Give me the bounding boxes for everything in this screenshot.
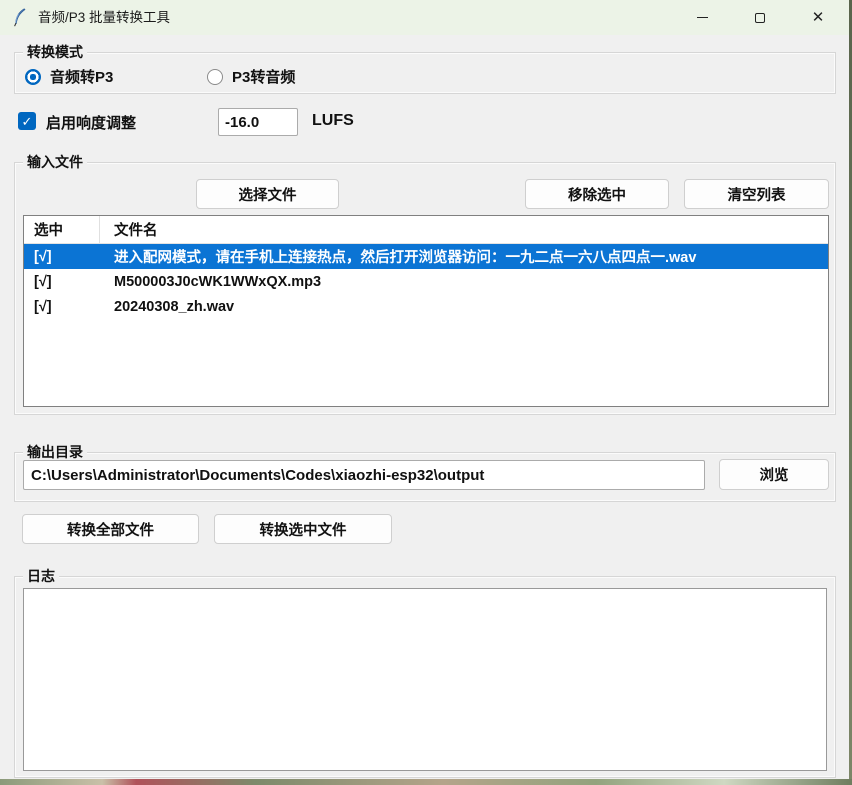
row-checked-mark[interactable]: [√] <box>24 274 100 290</box>
select-files-button[interactable]: 选择文件 <box>196 179 339 209</box>
maximize-button[interactable] <box>731 0 789 35</box>
conversion-mode-group: 转换模式 音频转P3 P3转音频 <box>14 52 836 94</box>
log-group: 日志 <box>14 576 836 778</box>
header-checked-column[interactable]: 选中 <box>24 216 100 243</box>
conversion-mode-label: 转换模式 <box>23 42 87 62</box>
window-title: 音频/P3 批量转换工具 <box>38 0 170 35</box>
close-button[interactable]: ✕ <box>789 0 847 35</box>
file-table[interactable]: 选中 文件名 [√]进入配网模式，请在手机上连接热点，然后打开浏览器访问：一九二… <box>23 215 829 407</box>
radio-label: 音频转P3 <box>50 66 113 87</box>
header-filename-column[interactable]: 文件名 <box>100 219 828 240</box>
row-filename[interactable]: 进入配网模式，请在手机上连接热点，然后打开浏览器访问：一九二点一六八点四点一.w… <box>100 246 828 267</box>
maximize-icon <box>755 13 765 23</box>
lufs-value-input[interactable]: -16.0 <box>218 108 298 136</box>
lufs-unit-label: LUFS <box>312 112 354 130</box>
log-textarea[interactable] <box>23 588 827 771</box>
check-icon: ✓ <box>22 115 33 128</box>
input-files-group: 输入文件 选择文件 移除选中 清空列表 选中 文件名 [√]进入配网模式，请在手… <box>14 162 836 415</box>
table-row[interactable]: [√]20240308_zh.wav <box>24 294 828 319</box>
remove-selected-button[interactable]: 移除选中 <box>525 179 669 209</box>
loudness-checkbox-label[interactable]: 启用响度调整 <box>46 112 136 133</box>
log-label: 日志 <box>23 566 59 586</box>
file-table-body: [√]进入配网模式，请在手机上连接热点，然后打开浏览器访问：一九二点一六八点四点… <box>24 244 828 319</box>
window-controls: ✕ <box>673 0 847 35</box>
radio-p3-to-audio[interactable]: P3转音频 <box>207 66 295 87</box>
radio-audio-to-p3[interactable]: 音频转P3 <box>25 66 113 87</box>
output-path-input[interactable]: C:\Users\Administrator\Documents\Codes\x… <box>23 460 705 490</box>
table-row[interactable]: [√]进入配网模式，请在手机上连接热点，然后打开浏览器访问：一九二点一六八点四点… <box>24 244 828 269</box>
row-checked-mark[interactable]: [√] <box>24 249 100 265</box>
title-bar[interactable]: 音频/P3 批量转换工具 ✕ <box>0 0 849 35</box>
output-dir-group: 输出目录 C:\Users\Administrator\Documents\Co… <box>14 452 836 502</box>
file-table-header[interactable]: 选中 文件名 <box>24 216 828 244</box>
output-dir-label: 输出目录 <box>23 442 87 462</box>
desktop-wallpaper-sliver <box>0 779 852 785</box>
minimize-button[interactable] <box>673 0 731 35</box>
minimize-icon <box>697 17 708 18</box>
loudness-checkbox[interactable]: ✓ <box>18 112 36 130</box>
app-window: 音频/P3 批量转换工具 ✕ 转换模式 音频转P3 P3转音频 ✓ 启用响度调整… <box>0 0 849 779</box>
python-feather-icon <box>12 8 28 27</box>
input-files-label: 输入文件 <box>23 152 87 172</box>
browse-button[interactable]: 浏览 <box>719 459 829 490</box>
clear-list-button[interactable]: 清空列表 <box>684 179 829 209</box>
close-icon: ✕ <box>812 10 825 25</box>
table-row[interactable]: [√]M500003J0cWK1WWxQX.mp3 <box>24 269 828 294</box>
radio-label: P3转音频 <box>232 66 295 87</box>
radio-icon[interactable] <box>25 69 41 85</box>
convert-all-button[interactable]: 转换全部文件 <box>22 514 199 544</box>
row-filename[interactable]: M500003J0cWK1WWxQX.mp3 <box>100 274 828 290</box>
row-filename[interactable]: 20240308_zh.wav <box>100 299 828 315</box>
convert-selected-button[interactable]: 转换选中文件 <box>214 514 392 544</box>
radio-icon[interactable] <box>207 69 223 85</box>
row-checked-mark[interactable]: [√] <box>24 299 100 315</box>
